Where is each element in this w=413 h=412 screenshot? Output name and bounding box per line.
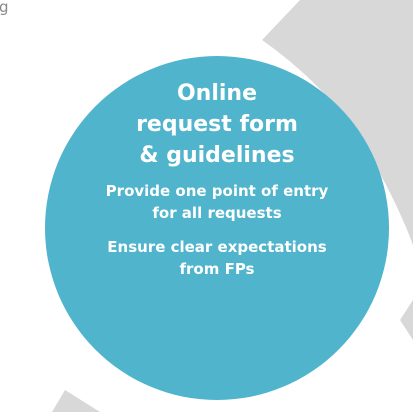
circle-bullet-2: Ensure clear expectations from FPs [107, 238, 327, 278]
ring-right-arc [400, 300, 413, 340]
circle-title-line-1: Online [176, 81, 258, 106]
circle-bullet-1: Provide one point of entry for all reque… [105, 182, 329, 222]
circle-text-block: Online request form & guidelines Provide… [48, 78, 386, 280]
ring-lower-arc [52, 390, 100, 412]
circle-title-line-3: & guidelines [139, 143, 295, 168]
circle-title-line-2: request form [136, 112, 298, 137]
cropped-label-fragment: g [0, 0, 9, 16]
diagram-canvas: g Online request form & guidelines Provi… [0, 0, 413, 412]
